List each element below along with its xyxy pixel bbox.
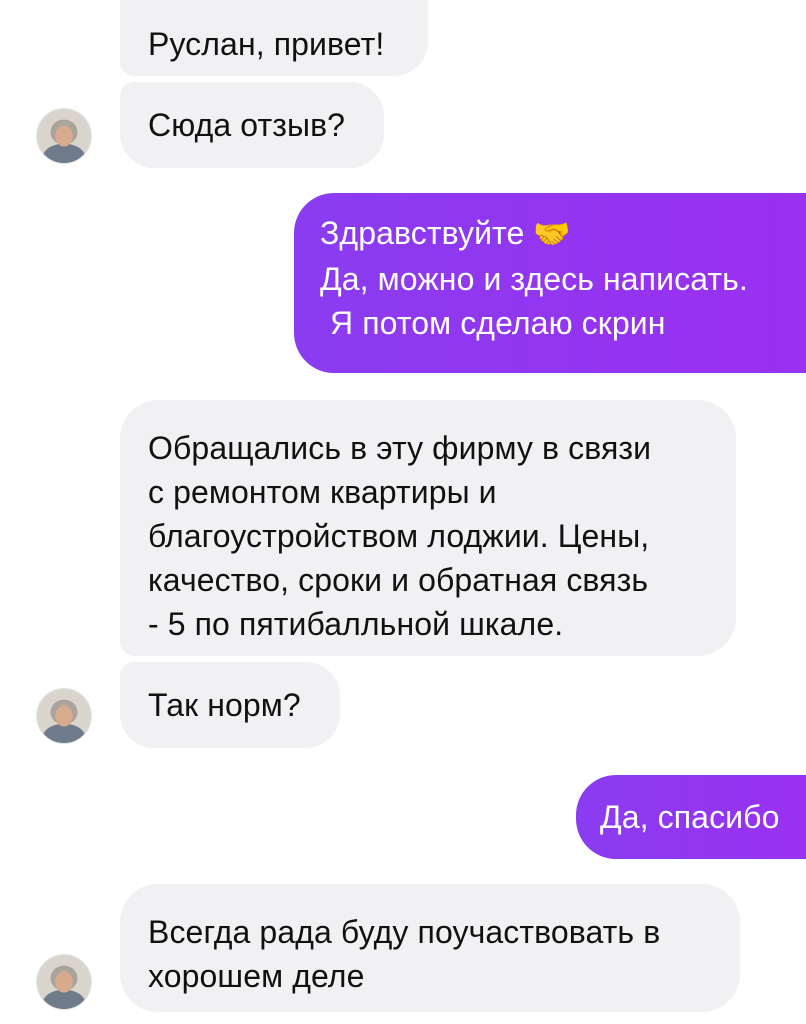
message-text: Всегда рада буду поучаствовать в (148, 914, 661, 950)
message-text: Я потом сделаю скрин (330, 305, 666, 341)
message-text: Здравствуйте (320, 215, 525, 251)
message-bubble-outgoing[interactable]: Да, спасибо (576, 775, 806, 859)
message-bubble-incoming[interactable]: Так норм? (120, 662, 340, 748)
message-text: Обращались в эту фирму в связи (148, 430, 652, 466)
sender-avatar[interactable] (36, 688, 92, 744)
message-bubble-incoming[interactable]: Всегда рада буду поучаствовать в хорошем… (120, 884, 740, 1012)
sender-avatar[interactable] (36, 108, 92, 164)
sender-avatar[interactable] (36, 954, 92, 1010)
message-bubble-incoming[interactable]: Обращались в эту фирму в связи с ремонто… (120, 400, 736, 656)
message-text: - 5 по пятибалльной шкале. (148, 606, 564, 642)
message-text: качество, сроки и обратная связь (148, 562, 649, 598)
message-text: Да, спасибо (600, 799, 780, 835)
handshake-emoji-icon: 🤝 (533, 218, 571, 251)
message-text: Так норм? (148, 687, 301, 723)
message-text: хорошем деле (148, 958, 365, 994)
message-text: благоустройством лоджии. Цены, (148, 518, 650, 554)
message-text: Да, можно и здесь написать. (320, 261, 748, 297)
message-text: Сюда отзыв? (148, 107, 346, 143)
message-bubble-incoming[interactable]: Руслан, привет! (120, 0, 428, 76)
avatar-photo-icon (37, 689, 91, 743)
avatar-photo-icon (37, 109, 91, 163)
message-bubble-outgoing[interactable]: Здравствуйте 🤝 Да, можно и здесь написат… (294, 193, 806, 373)
message-text: с ремонтом квартиры и (148, 474, 497, 510)
message-text: Руслан, привет! (148, 26, 385, 62)
message-bubble-incoming[interactable]: Сюда отзыв? (120, 82, 384, 168)
avatar-photo-icon (37, 955, 91, 1009)
message-line: Здравствуйте 🤝 (320, 211, 806, 257)
